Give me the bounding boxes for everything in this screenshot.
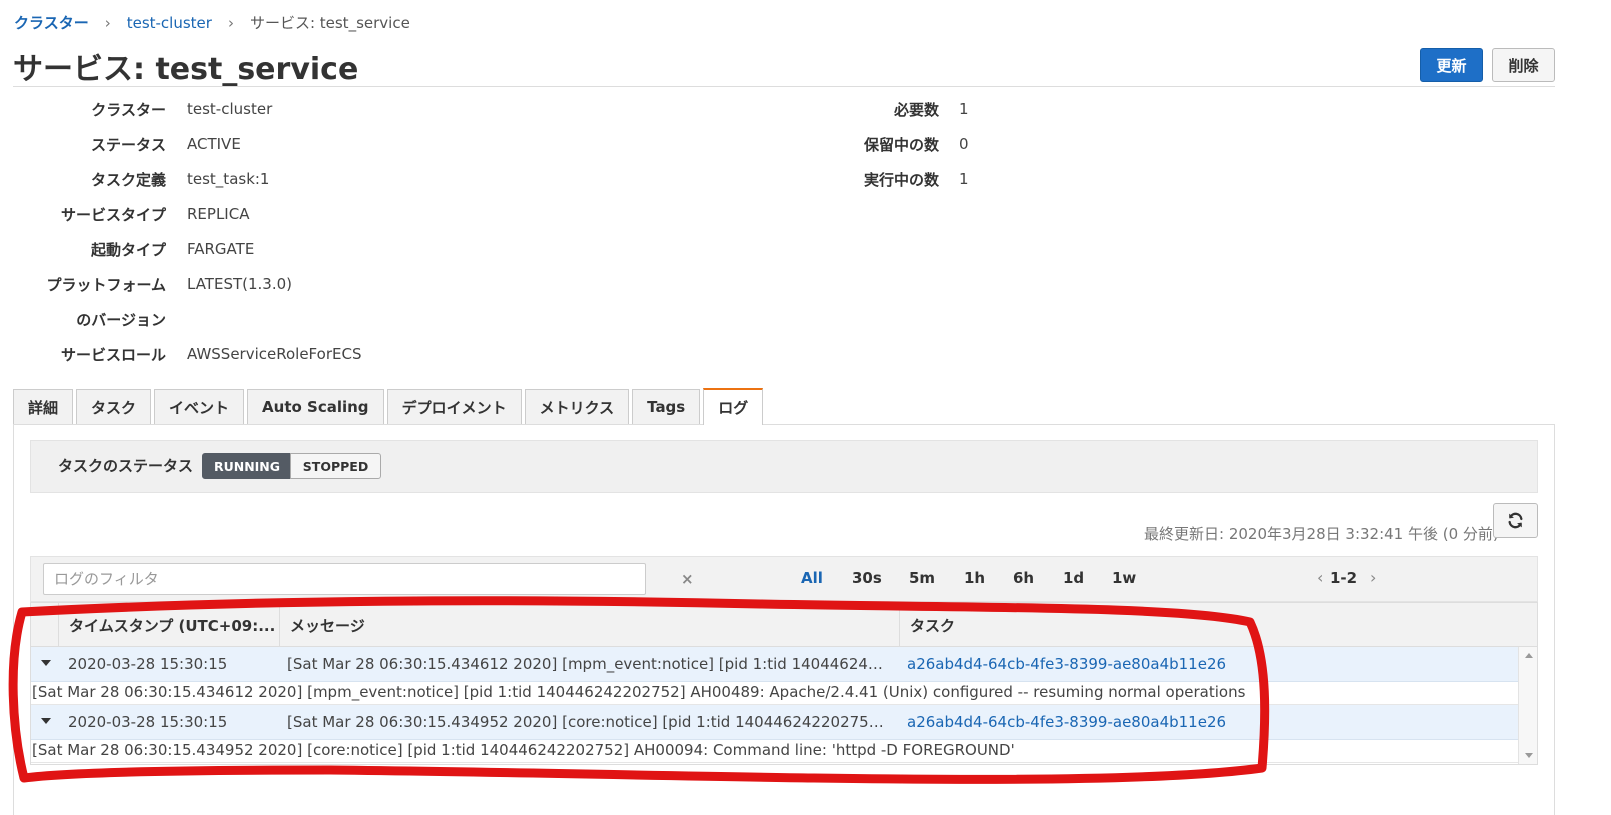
detail-desired-count: 必要数 1	[739, 99, 969, 119]
tab-details[interactable]: 詳細	[13, 389, 74, 424]
detail-label: プラットフォーム	[46, 275, 166, 294]
title-divider	[13, 86, 1555, 87]
stopped-toggle[interactable]: STOPPED	[290, 453, 381, 479]
refresh-icon	[1508, 512, 1523, 529]
detail-label: ステータス	[90, 135, 166, 154]
detail-label: 必要数	[893, 100, 939, 119]
breadcrumb-separator-icon: ›	[227, 13, 234, 32]
range-1h[interactable]: 1h	[964, 569, 985, 587]
log-message: [Sat Mar 28 06:30:15.434952 2020] [core:…	[287, 713, 887, 731]
scroll-down-icon[interactable]	[1525, 753, 1533, 758]
task-definition-link[interactable]: test_task:1	[187, 170, 269, 188]
detail-service-role: サービスロール AWSServiceRoleForECS	[0, 344, 361, 364]
detail-platform: プラットフォーム LATEST(1.3.0)	[0, 274, 292, 294]
log-row[interactable]: 2020-03-28 15:30:15 [Sat Mar 28 06:30:15…	[31, 705, 1518, 740]
status-value: ACTIVE	[187, 135, 241, 153]
detail-value: LATEST(1.3.0)	[187, 275, 292, 293]
column-timestamp[interactable]: タイムスタンプ (UTC+09:...	[58, 603, 279, 647]
task-status-label: タスクのステータス	[58, 457, 194, 475]
detail-label: のバージョン	[76, 310, 166, 329]
breadcrumb: クラスター › test-cluster › サービス: test_servic…	[14, 12, 410, 33]
expand-caret-icon[interactable]	[41, 660, 51, 666]
log-task-link[interactable]: a26ab4d4-64cb-4fe3-8399-ae80a4b11e26	[907, 713, 1226, 731]
column-task[interactable]: タスク	[899, 603, 1518, 647]
detail-service-type: サービスタイプ REPLICA	[0, 204, 249, 224]
log-scrollbar[interactable]	[1518, 647, 1537, 764]
page-title: サービス: test_service	[13, 52, 359, 87]
pager-range: 1-2	[1330, 569, 1358, 587]
tab-events[interactable]: イベント	[154, 389, 245, 424]
detail-task-definition: タスク定義 test_task:1	[0, 169, 270, 189]
log-toolbar: × All 30s 5m 1h 6h 1d 1w ‹ 1-2 ›	[30, 556, 1538, 602]
detail-value: 0	[959, 135, 969, 153]
breadcrumb-current: サービス: test_service	[249, 14, 410, 32]
pager-prev-icon[interactable]: ‹	[1317, 568, 1323, 587]
detail-label: サービスロール	[60, 345, 166, 364]
detail-value: AWSServiceRoleForECS	[187, 345, 362, 363]
detail-value: 1	[959, 170, 969, 188]
log-row-detail: [Sat Mar 28 06:30:15.434952 2020] [core:…	[31, 740, 1518, 763]
tab-tags[interactable]: Tags	[632, 389, 701, 424]
detail-label: 実行中の数	[863, 170, 939, 189]
last-updated-text: 最終更新日: 2020年3月28日 3:32:41 午後 (0 分前)	[1144, 525, 1499, 543]
tab-auto-scaling[interactable]: Auto Scaling	[247, 389, 384, 424]
detail-pending-count: 保留中の数 0	[739, 134, 969, 154]
log-row[interactable]: 2020-03-28 15:30:15 [Sat Mar 28 06:30:15…	[31, 647, 1518, 682]
running-toggle[interactable]: RUNNING	[202, 453, 292, 479]
detail-running-count: 実行中の数 1	[739, 169, 969, 189]
delete-button[interactable]: 削除	[1492, 48, 1555, 82]
log-timestamp: 2020-03-28 15:30:15	[68, 713, 228, 731]
range-all[interactable]: All	[801, 569, 823, 587]
log-timestamp: 2020-03-28 15:30:15	[68, 655, 228, 673]
breadcrumb-separator-icon: ›	[104, 13, 111, 32]
refresh-button[interactable]	[1493, 503, 1538, 538]
column-message[interactable]: メッセージ	[279, 603, 899, 647]
range-30s[interactable]: 30s	[852, 569, 882, 587]
log-table-header: タイムスタンプ (UTC+09:... メッセージ タスク	[31, 603, 1537, 647]
detail-cluster: クラスター test-cluster	[0, 99, 272, 119]
detail-label: サービスタイプ	[60, 205, 166, 224]
log-table: タイムスタンプ (UTC+09:... メッセージ タスク 2020-03-28…	[30, 602, 1538, 765]
breadcrumb-cluster-link[interactable]: test-cluster	[127, 14, 212, 32]
update-button[interactable]: 更新	[1420, 48, 1483, 82]
clear-filter-icon[interactable]: ×	[681, 570, 694, 588]
tab-bar: 詳細 タスク イベント Auto Scaling デプロイメント メトリクス T…	[13, 388, 766, 425]
scroll-up-icon[interactable]	[1525, 653, 1533, 658]
detail-value: FARGATE	[187, 240, 255, 258]
detail-status: ステータス ACTIVE	[0, 134, 241, 154]
detail-label: クラスター	[91, 100, 166, 119]
tab-metrics[interactable]: メトリクス	[524, 389, 630, 424]
detail-launch-type: 起動タイプ FARGATE	[0, 239, 254, 259]
range-6h[interactable]: 6h	[1013, 569, 1034, 587]
detail-label: 起動タイプ	[90, 240, 166, 259]
breadcrumb-clusters-link[interactable]: クラスター	[14, 12, 89, 33]
detail-label: タスク定義	[90, 170, 166, 189]
tab-logs[interactable]: ログ	[703, 388, 764, 425]
log-task-link[interactable]: a26ab4d4-64cb-4fe3-8399-ae80a4b11e26	[907, 655, 1226, 673]
range-5m[interactable]: 5m	[909, 569, 935, 587]
range-1w[interactable]: 1w	[1112, 569, 1136, 587]
task-status-bar: タスクのステータス RUNNING STOPPED	[30, 440, 1538, 493]
tab-tasks[interactable]: タスク	[76, 389, 152, 424]
cluster-link[interactable]: test-cluster	[187, 100, 272, 118]
pager-next-icon[interactable]: ›	[1370, 568, 1376, 587]
tab-deployments[interactable]: デプロイメント	[386, 389, 522, 424]
detail-platform-version: のバージョン	[0, 309, 187, 329]
range-1d[interactable]: 1d	[1063, 569, 1084, 587]
log-message: [Sat Mar 28 06:30:15.434612 2020] [mpm_e…	[287, 655, 887, 673]
log-row-detail: [Sat Mar 28 06:30:15.434612 2020] [mpm_e…	[31, 682, 1518, 705]
detail-value: 1	[959, 100, 969, 118]
expand-caret-icon[interactable]	[41, 718, 51, 724]
detail-value: REPLICA	[187, 205, 250, 223]
log-filter-input[interactable]	[43, 563, 646, 595]
detail-label: 保留中の数	[863, 135, 939, 154]
